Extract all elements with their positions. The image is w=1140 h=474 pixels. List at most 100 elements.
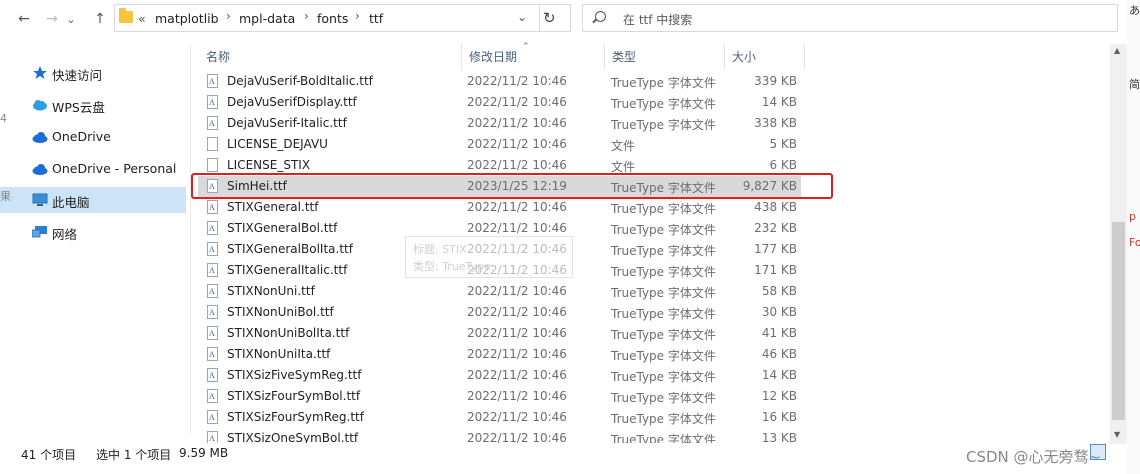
file-size: 171 KB: [754, 263, 797, 277]
file-name: STIXSizOneSymBol.ttf: [227, 431, 359, 443]
refresh-icon: ↻: [543, 9, 556, 27]
file-name: STIXSizFiveSymReg.ttf: [227, 368, 362, 382]
edge-text: 简: [1129, 78, 1140, 91]
file-type: TrueType 字体文件: [611, 370, 716, 384]
scroll-down-icon[interactable]: ▼: [1114, 430, 1120, 439]
file-size: 41 KB: [761, 326, 797, 340]
file-date: 2022/11/2 10:46: [467, 389, 567, 403]
column-date[interactable]: 修改日期: [461, 44, 604, 70]
tooltip-line: 类型: TrueType: [413, 260, 491, 273]
file-name: DejaVuSerif-Italic.ttf: [227, 116, 347, 130]
sidebar-item-wps-cloud[interactable]: WPS云盘: [0, 92, 186, 118]
file-row[interactable]: A DejaVuSerifDisplay.ttf 2022/11/2 10:46 Tr…: [198, 92, 801, 113]
breadcrumb-ttf[interactable]: ttf: [369, 11, 383, 26]
folder-icon: [119, 8, 133, 23]
font-file-icon: A: [207, 74, 218, 88]
file-row[interactable]: A STIXSizFourSymReg.ttf 2022/11/2 10:46 Tru…: [198, 407, 801, 428]
sidebar-item-quick-access[interactable]: 快速访问: [0, 60, 186, 86]
file-date: 2022/11/2 10:46: [467, 326, 567, 340]
file-size: 6 KB: [769, 158, 797, 172]
edge-text: 4: [0, 112, 7, 125]
vertical-scrollbar[interactable]: ▲ ▼: [1110, 44, 1127, 444]
star-icon: [33, 66, 47, 79]
sidebar-item-label: 此电脑: [52, 195, 90, 210]
search-input[interactable]: 在 ttf 中搜索: [623, 11, 692, 28]
file-row[interactable]: A STIXGeneral.ttf 2022/11/2 10:46 TrueType …: [198, 197, 801, 218]
navigation-bar: ← → ⌄ ↑ « matplotlib › mpl-data › fonts …: [0, 0, 1127, 36]
address-bar[interactable]: « matplotlib › mpl-data › fonts › ttf ⌄: [114, 4, 571, 32]
file-name: STIXGeneralBol.ttf: [227, 221, 338, 235]
edge-text: Fo: [1129, 236, 1140, 249]
file-row[interactable]: A STIXSizFiveSymReg.ttf 2022/11/2 10:46 Tru…: [198, 365, 801, 386]
scroll-up-icon[interactable]: ▲: [1114, 46, 1120, 55]
background-window-edge: あ 简 p Fo: [1127, 0, 1140, 474]
file-row[interactable]: A STIXNonUniIta.ttf 2022/11/2 10:46 TrueTyp…: [198, 344, 801, 365]
column-type[interactable]: 类型: [604, 44, 724, 70]
file-icon: [207, 158, 218, 172]
file-name: STIXGeneral.ttf: [227, 200, 319, 214]
refresh-button[interactable]: ↻: [543, 9, 556, 27]
sidebar-item-label: WPS云盘: [52, 100, 105, 115]
font-file-icon: A: [207, 368, 218, 382]
file-name: LICENSE_DEJAVU: [227, 137, 328, 151]
font-file-icon: A: [207, 242, 218, 256]
file-date: 2022/11/2 10:46: [467, 410, 567, 424]
file-size: 5 KB: [769, 137, 797, 151]
tooltip-line: 标题: STIX: [413, 243, 467, 256]
forward-button[interactable]: →: [42, 9, 62, 29]
file-row[interactable]: LICENSE_DEJAVU 2022/11/2 10:46 文件 5 KB: [198, 134, 801, 155]
file-row[interactable]: A DejaVuSerif-Italic.ttf 2022/11/2 10:46 Tr…: [198, 113, 801, 134]
file-name: STIXGeneralBolIta.ttf: [227, 242, 353, 256]
sidebar-item-onedrive-personal[interactable]: OneDrive - Personal: [0, 156, 186, 182]
font-file-icon: A: [207, 347, 218, 361]
status-bar: 41 个项目 选中 1 个项目 9.59 MB: [0, 444, 1127, 474]
search-box[interactable]: 在 ttf 中搜索: [582, 4, 1118, 32]
file-date: 2022/11/2 10:46: [467, 368, 567, 382]
column-size[interactable]: 大小: [724, 44, 804, 70]
file-name: STIXNonUniBol.ttf: [227, 305, 334, 319]
file-type: TrueType 字体文件: [611, 307, 716, 321]
breadcrumb-mpl-data[interactable]: mpl-data: [239, 11, 295, 26]
navigation-pane: 快速访问 WPS云盘 OneDrive OneDrive - Personal …: [0, 44, 190, 434]
file-size: 46 KB: [761, 347, 797, 361]
file-name: STIXNonUni.ttf: [227, 284, 315, 298]
file-size: 438 KB: [754, 200, 797, 214]
edge-text: 果: [0, 190, 11, 203]
font-file-icon: A: [207, 305, 218, 319]
file-row[interactable]: A STIXNonUniBolIta.ttf 2022/11/2 10:46 True…: [198, 323, 801, 344]
breadcrumb-overflow[interactable]: «: [138, 11, 146, 26]
file-size: 14 KB: [761, 368, 797, 382]
file-type: TrueType 字体文件: [611, 349, 716, 363]
file-type: TrueType 字体文件: [611, 223, 716, 237]
column-name[interactable]: 名称: [198, 44, 461, 70]
sidebar-item-onedrive[interactable]: OneDrive: [0, 124, 186, 150]
cloud-icon: [33, 100, 47, 111]
file-name: DejaVuSerif-BoldItalic.ttf: [227, 74, 373, 88]
cloud-icon: [32, 164, 48, 175]
font-file-icon: A: [207, 431, 218, 443]
file-explorer-window: ← → ⌄ ↑ « matplotlib › mpl-data › fonts …: [0, 0, 1127, 474]
file-row[interactable]: A STIXNonUni.ttf 2022/11/2 10:46 TrueType 字…: [198, 281, 801, 302]
scrollbar-thumb[interactable]: [1112, 222, 1125, 420]
font-file-icon: A: [207, 200, 218, 214]
breadcrumb-fonts[interactable]: fonts: [317, 11, 348, 26]
file-date: 2022/11/2 10:46: [467, 137, 567, 151]
recent-locations-button[interactable]: ⌄: [64, 9, 78, 29]
address-dropdown-icon[interactable]: ⌄: [517, 10, 527, 24]
file-row[interactable]: A STIXNonUniBol.ttf 2022/11/2 10:46 TrueTyp…: [198, 302, 801, 323]
column-separator: [804, 44, 805, 70]
file-row[interactable]: A DejaVuSerif-BoldItalic.ttf 2022/11/2 10:…: [198, 71, 801, 92]
back-button[interactable]: ←: [14, 9, 34, 29]
breadcrumb-matplotlib[interactable]: matplotlib: [155, 11, 219, 26]
up-button[interactable]: ↑: [90, 9, 110, 29]
file-row[interactable]: A STIXSizFourSymBol.ttf 2022/11/2 10:46 Tru…: [198, 386, 801, 407]
file-name: STIXSizFourSymBol.ttf: [227, 389, 361, 403]
tooltip: 标题: STIX 类型: TrueType: [405, 236, 573, 278]
file-row[interactable]: A STIXSizOneSymBol.ttf 2022/11/2 10:46 True…: [198, 428, 801, 443]
sidebar-item-network[interactable]: 网络: [0, 219, 186, 245]
file-name: STIXNonUniBolIta.ttf: [227, 326, 350, 340]
sidebar-item-this-pc[interactable]: 此电脑: [0, 187, 186, 213]
file-size: 58 KB: [761, 284, 797, 298]
up-arrow-icon: ↑: [94, 11, 106, 27]
file-size: 14 KB: [761, 95, 797, 109]
